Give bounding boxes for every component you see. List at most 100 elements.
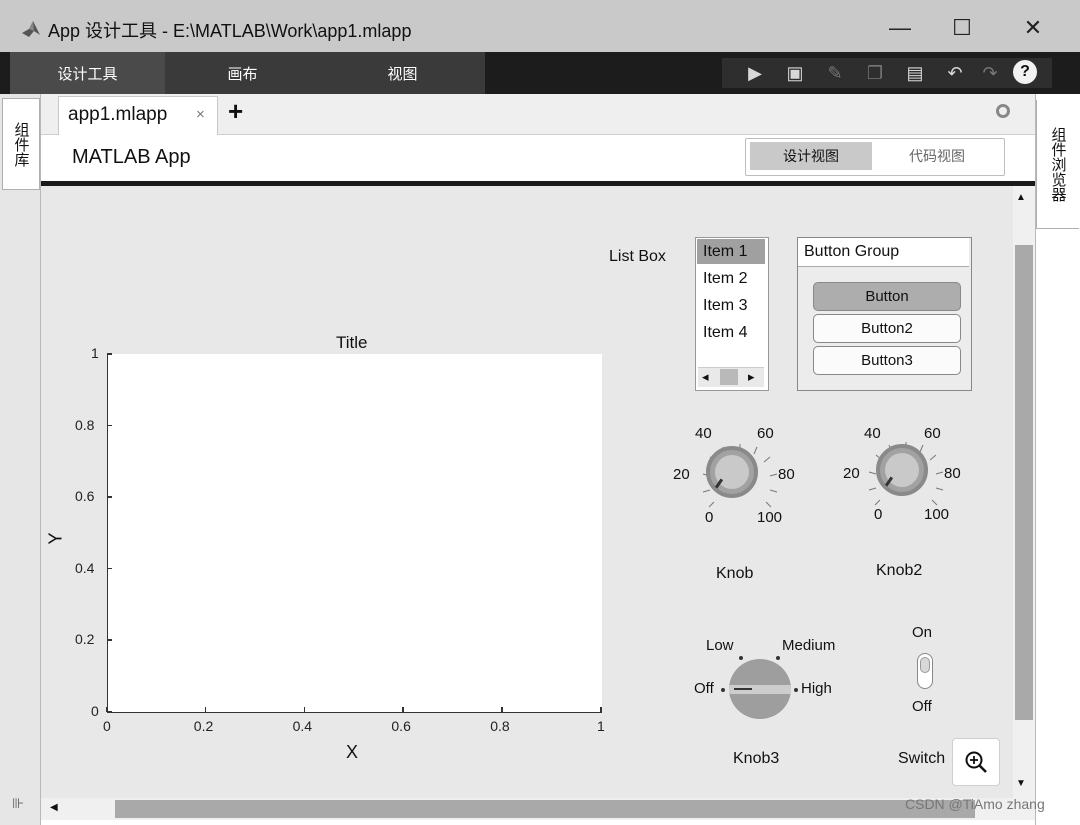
axes-title: Title xyxy=(336,333,368,352)
minimize-button[interactable]: — xyxy=(870,10,930,46)
list-item[interactable]: Item 4 xyxy=(697,320,765,345)
knob-1-label: Knob xyxy=(716,565,754,582)
y-tick-label: 0.6 xyxy=(75,488,95,505)
list-item[interactable]: Item 2 xyxy=(697,266,765,291)
switch-on-label: On xyxy=(912,624,933,641)
close-tab-icon[interactable]: × xyxy=(196,106,205,123)
list-box-scroll-thumb[interactable] xyxy=(720,369,738,385)
knob-3-label: Knob3 xyxy=(733,750,780,767)
y-tick-mark xyxy=(107,711,112,713)
x-tick-mark xyxy=(600,707,602,712)
maximize-button[interactable]: ☐ xyxy=(932,10,992,46)
knob-2-tick-label: 80 xyxy=(944,465,961,482)
save-icon[interactable]: ▣ xyxy=(782,60,808,86)
y-tick-label: 1 xyxy=(91,345,99,361)
undo-icon[interactable]: ↶ xyxy=(942,60,968,86)
y-tick-mark xyxy=(107,353,112,355)
x-tick-label: 0.6 xyxy=(391,718,411,734)
x-tick-mark xyxy=(204,707,207,712)
y-tick-label: 0.2 xyxy=(75,631,95,648)
switch-thumb[interactable] xyxy=(920,657,930,673)
paste-icon[interactable]: ▤ xyxy=(902,60,928,86)
y-tick-label: 0 xyxy=(91,703,99,719)
matlab-logo-icon xyxy=(22,21,40,37)
vertical-scroll-thumb[interactable] xyxy=(1015,245,1033,720)
app-name: MATLAB App xyxy=(72,146,191,168)
knob-3-mark xyxy=(721,688,725,692)
brush-icon[interactable]: ✎ xyxy=(822,60,848,86)
knob-3-mark xyxy=(776,656,780,660)
zoom-button[interactable] xyxy=(952,738,1000,786)
knob-1-tick-label: 20 xyxy=(673,466,690,483)
options-icon[interactable] xyxy=(996,104,1010,118)
knob-3-mark xyxy=(739,656,743,660)
left-panel xyxy=(0,94,41,825)
tab-canvas[interactable]: 画布 xyxy=(165,52,320,94)
watermark: CSDN @TiAmo zhang xyxy=(905,796,1045,812)
knob-2-tick-label: 20 xyxy=(843,465,860,482)
scroll-left-icon[interactable]: ◀ xyxy=(50,802,58,813)
zoom-in-icon xyxy=(965,751,987,773)
axes-ylabel: Y xyxy=(45,532,66,545)
knob-1-tick-label: 40 xyxy=(695,425,712,442)
y-tick-mark xyxy=(107,496,112,498)
toggle-button-2[interactable]: Button2 xyxy=(813,314,961,343)
x-tick-mark xyxy=(303,707,306,712)
toggle-button-3[interactable]: Button3 xyxy=(813,346,961,375)
x-tick-label: 0 xyxy=(103,718,111,734)
scroll-up-icon[interactable]: ▲ xyxy=(1016,192,1026,203)
x-tick-mark xyxy=(501,707,503,712)
knob-1-tick-label: 80 xyxy=(778,466,795,483)
switch-label: Switch xyxy=(898,750,946,767)
y-tick-mark xyxy=(107,639,112,641)
scroll-left-icon[interactable]: ◂ xyxy=(702,369,709,385)
tab-view[interactable]: 视图 xyxy=(320,52,485,94)
component-browser-tab[interactable]: 组件浏览器 xyxy=(1036,100,1079,229)
knob-1-tick-label: 100 xyxy=(757,509,783,526)
knob-2-tick-label: 40 xyxy=(864,425,881,442)
x-tick-mark xyxy=(402,707,404,712)
list-box-label: List Box xyxy=(609,248,666,265)
design-view-button[interactable]: 设计视图 xyxy=(750,142,872,170)
knob-2-tick-label: 100 xyxy=(924,506,950,523)
knob-2-label: Knob2 xyxy=(876,562,923,579)
help-icon[interactable]: ? xyxy=(1013,60,1037,84)
knob-3-state-label: High xyxy=(801,680,832,697)
knob-3-state-label: Low xyxy=(706,637,734,654)
knob-3-state-label: Medium xyxy=(782,637,836,654)
window-title: App 设计工具 - E:\MATLAB\Work\app1.mlapp xyxy=(48,21,412,41)
scroll-right-icon[interactable]: ▸ xyxy=(748,369,755,385)
knob-1-tick-label: 60 xyxy=(757,425,774,442)
list-item[interactable]: Item 1 xyxy=(697,239,765,264)
run-icon[interactable]: ▶ xyxy=(742,60,768,86)
code-view-button[interactable]: 代码视图 xyxy=(875,142,999,170)
component-library-tab[interactable]: 组件库 xyxy=(2,98,40,190)
knob-2-tick-label: 0 xyxy=(874,506,883,523)
horizontal-scroll-thumb[interactable] xyxy=(115,800,975,818)
close-button[interactable]: ✕ xyxy=(1003,10,1063,46)
toggle-button-1[interactable]: Button xyxy=(813,282,961,311)
expand-panel-icon[interactable]: ⊪ xyxy=(12,795,24,812)
y-tick-mark xyxy=(107,567,112,570)
copy-icon[interactable]: ❐ xyxy=(862,60,888,86)
y-tick-label: 0.8 xyxy=(75,416,95,433)
x-tick-label: 1 xyxy=(597,718,605,734)
button-group-title: Button Group xyxy=(804,243,900,260)
axes-xlabel: X xyxy=(346,742,359,762)
document-tab-label: app1.mlapp xyxy=(68,104,168,125)
add-tab-button[interactable]: + xyxy=(228,96,243,127)
knob-2-tick-label: 60 xyxy=(924,425,941,442)
knob-3-state-label: Off xyxy=(694,680,714,697)
knob-3-mark xyxy=(794,688,798,692)
axes-plot-area[interactable] xyxy=(107,354,602,713)
knob-1-tick-label: 0 xyxy=(705,509,714,526)
redo-icon[interactable]: ↷ xyxy=(977,60,1003,86)
y-tick-mark xyxy=(107,424,112,427)
x-tick-label: 0.8 xyxy=(490,718,510,734)
scroll-down-icon[interactable]: ▼ xyxy=(1016,778,1026,789)
list-item[interactable]: Item 3 xyxy=(697,293,765,318)
x-tick-label: 0.2 xyxy=(193,718,214,734)
y-tick-label: 0.4 xyxy=(75,559,95,576)
tab-designer[interactable]: 设计工具 xyxy=(10,52,165,94)
x-tick-label: 0.4 xyxy=(292,718,313,734)
